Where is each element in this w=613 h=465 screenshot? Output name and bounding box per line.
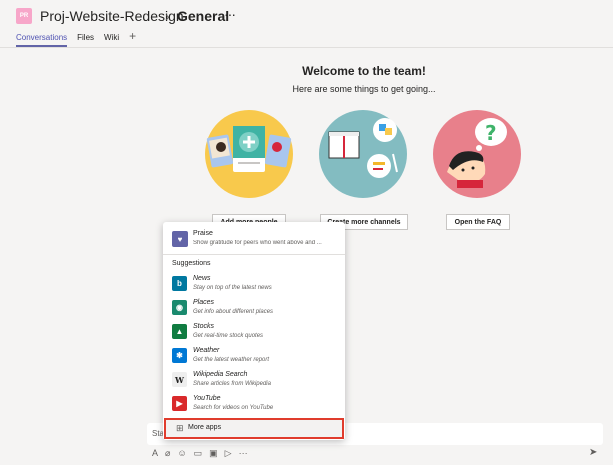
welcome-subtitle: Here are some things to get going... bbox=[292, 84, 436, 94]
youtube-icon: ▶ bbox=[172, 396, 187, 411]
team-name[interactable]: Proj-Website-Redesign bbox=[40, 8, 184, 24]
app-name: YouTube bbox=[193, 395, 221, 402]
app-item-youtube[interactable]: ▶ YouTube Search for videos on YouTube bbox=[172, 393, 340, 413]
compose-toolbar: A ⌀ ☺ ▭ ▣ ▷ ··· bbox=[152, 448, 248, 459]
tab-files[interactable]: Files bbox=[77, 33, 94, 47]
places-icon: ◉ bbox=[172, 300, 187, 315]
chevron-right-icon: › bbox=[165, 8, 170, 24]
app-name: Wikipedia Search bbox=[193, 371, 248, 378]
team-avatar[interactable]: PR bbox=[16, 8, 32, 24]
menu-divider bbox=[163, 254, 345, 255]
channel-tabs: Conversations Files Wiki + bbox=[16, 29, 136, 47]
gif-icon[interactable]: ▭ bbox=[194, 448, 203, 459]
sticker-icon[interactable]: ▣ bbox=[209, 448, 218, 459]
app-item-places[interactable]: ◉ Places Get info about different places bbox=[172, 297, 340, 317]
open-faq-button[interactable]: Open the FAQ bbox=[446, 214, 510, 230]
wikipedia-icon: W bbox=[172, 372, 187, 387]
app-description: Get info about different places bbox=[193, 309, 274, 315]
app-description: Share articles from Wikipedia bbox=[193, 381, 271, 387]
praise-icon: ♥ bbox=[172, 231, 188, 247]
app-item-stocks[interactable]: ▲ Stocks Get real-time stock quotes bbox=[172, 321, 340, 341]
svg-text:?: ? bbox=[485, 121, 497, 145]
channel-name: General bbox=[177, 8, 230, 24]
bing-news-icon: b bbox=[172, 276, 187, 291]
more-options-icon[interactable]: ··· bbox=[224, 6, 236, 22]
app-name: News bbox=[193, 275, 211, 282]
app-name: Stocks bbox=[193, 323, 215, 330]
app-item-wikipedia[interactable]: W Wikipedia Search Share articles from W… bbox=[172, 369, 340, 389]
attach-icon[interactable]: ⌀ bbox=[165, 448, 170, 459]
app-description: Get real-time stock quotes bbox=[193, 333, 264, 339]
weather-icon: ✱ bbox=[172, 348, 187, 363]
praise-title: Praise bbox=[193, 230, 213, 237]
praise-description: Show gratitude for peers who went above … bbox=[193, 240, 322, 246]
app-item-news[interactable]: b News Stay on top of the latest news bbox=[172, 273, 340, 293]
stocks-icon: ▲ bbox=[172, 324, 187, 339]
meet-now-icon[interactable]: ▷ bbox=[225, 448, 232, 459]
app-name: Places bbox=[193, 299, 215, 306]
welcome-title: Welcome to the team! bbox=[302, 64, 426, 78]
add-tab-button[interactable]: + bbox=[129, 29, 136, 47]
suggestions-label: Suggestions bbox=[172, 260, 211, 267]
send-icon[interactable]: ➤ bbox=[589, 447, 597, 458]
channel-header: PR Proj-Website-Redesign › General ··· C… bbox=[0, 0, 613, 47]
app-name: Weather bbox=[193, 347, 220, 354]
highlight-annotation-box bbox=[164, 418, 344, 439]
app-description: Stay on top of the latest news bbox=[193, 285, 272, 291]
app-item-weather[interactable]: ✱ Weather Get the latest weather report bbox=[172, 345, 340, 365]
channels-illustration bbox=[319, 110, 407, 198]
format-icon[interactable]: A bbox=[152, 448, 158, 459]
more-options-icon[interactable]: ··· bbox=[239, 448, 248, 459]
emoji-icon[interactable]: ☺ bbox=[177, 448, 186, 459]
add-people-illustration bbox=[205, 110, 293, 198]
app-description: Search for videos on YouTube bbox=[193, 405, 274, 411]
messaging-extensions-menu: ♥ Praise Show gratitude for peers who we… bbox=[163, 222, 345, 440]
tab-wiki[interactable]: Wiki bbox=[104, 33, 119, 47]
praise-item[interactable]: ♥ Praise Show gratitude for peers who we… bbox=[172, 228, 340, 250]
header-divider bbox=[0, 47, 613, 48]
tab-conversations[interactable]: Conversations bbox=[16, 33, 68, 47]
app-description: Get the latest weather report bbox=[193, 357, 270, 363]
faq-illustration: ? bbox=[433, 110, 521, 198]
